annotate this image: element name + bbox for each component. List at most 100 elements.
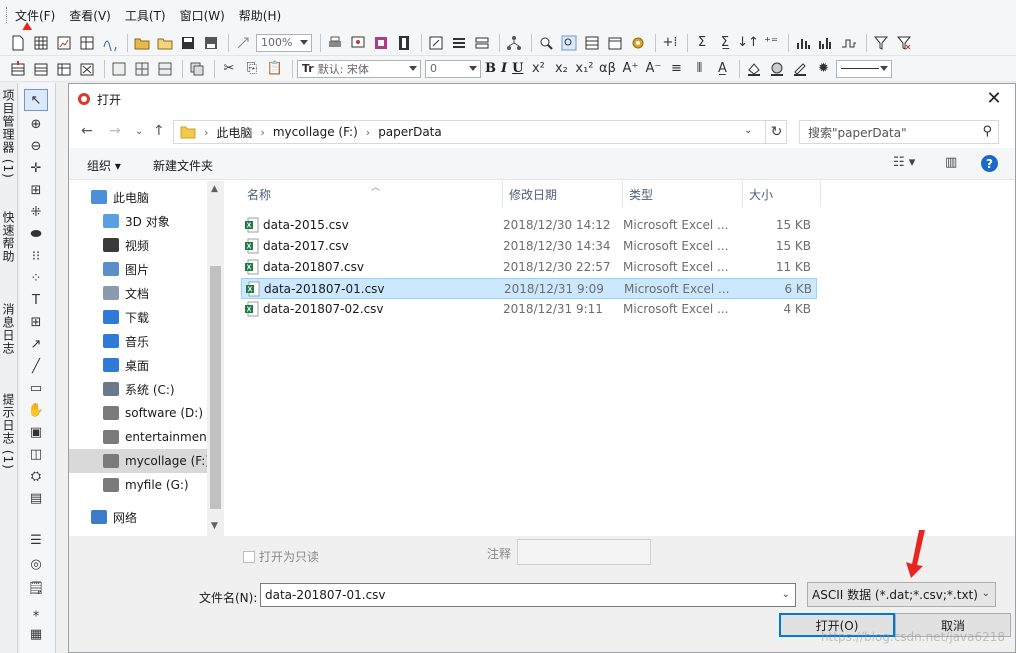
grid-tools-icon[interactable]: [132, 59, 152, 79]
line-tool-icon[interactable]: ╱: [24, 355, 48, 377]
tree-item[interactable]: entertainment (E:): [69, 425, 207, 449]
tree-item[interactable]: 图片: [69, 257, 207, 281]
export-icon[interactable]: [348, 33, 368, 53]
tree-item[interactable]: 3D 对象: [69, 209, 207, 233]
screen-reader-icon[interactable]: ⁜: [24, 201, 48, 223]
greek-icon[interactable]: αβ: [597, 59, 617, 79]
data-reader-icon[interactable]: [559, 33, 579, 53]
tree-item[interactable]: 音乐: [69, 329, 207, 353]
recalculate-icon[interactable]: [233, 33, 253, 53]
underline-button[interactable]: U: [512, 61, 523, 76]
layer-tool-icon[interactable]: ▤: [24, 487, 48, 509]
bold-button[interactable]: B: [485, 61, 496, 76]
zoom-out-icon[interactable]: ⊖: [24, 135, 48, 157]
mask-tool-icon[interactable]: ⛭: [24, 465, 48, 487]
list-tool-icon[interactable]: ☰: [24, 529, 48, 551]
subscript-icon[interactable]: x₂: [551, 59, 571, 79]
add-column-icon[interactable]: +⁞: [660, 33, 680, 53]
breadcrumb-this-pc[interactable]: 此电脑: [216, 124, 252, 141]
filetype-select[interactable]: ASCII 数据 (*.dat;*.csv;*.txt) ⌄: [807, 582, 996, 607]
text-tool-icon[interactable]: T: [24, 289, 48, 311]
arrow-tool-icon[interactable]: ↗: [24, 333, 48, 355]
sort-icon[interactable]: ↓↑: [737, 33, 759, 53]
menu-tools[interactable]: 工具(T): [125, 7, 166, 24]
recent-locations-chevron-icon[interactable]: ⌄: [135, 126, 143, 137]
file-row[interactable]: Xdata-201807-01.csv 2018/12/31 9:09 Micros…: [241, 278, 817, 299]
menu-help[interactable]: 帮助(H): [239, 7, 281, 24]
tree-item[interactable]: 下载: [69, 305, 207, 329]
line-color-icon[interactable]: [790, 59, 810, 79]
menu-window[interactable]: 窗口(W): [180, 7, 225, 24]
zoom-combo[interactable]: 100%: [256, 33, 312, 52]
tree-item[interactable]: software (D:): [69, 401, 207, 425]
decrease-font-icon[interactable]: A⁻: [643, 59, 663, 79]
film-icon[interactable]: [394, 33, 414, 53]
font-color-icon[interactable]: A̲: [712, 59, 732, 79]
notes-tool-icon[interactable]: 🗒: [24, 577, 48, 599]
gear-icon[interactable]: [628, 33, 648, 53]
scroll-down-icon[interactable]: ▼: [211, 521, 218, 531]
up-arrow-icon[interactable]: ↑: [153, 123, 165, 139]
data-reader-icon[interactable]: ⬬: [24, 223, 48, 245]
help-icon[interactable]: ?: [981, 155, 998, 172]
navigation-scrollbar[interactable]: ▲ ▼: [207, 181, 224, 536]
tree-item[interactable]: mycollage (F:): [69, 449, 207, 473]
data-selector-icon[interactable]: ⁝⁝: [24, 245, 48, 267]
table-tool-icon[interactable]: ▦: [24, 623, 48, 645]
breadcrumb-folder[interactable]: paperData: [378, 125, 442, 139]
column-header-modified[interactable]: 修改日期: [503, 181, 623, 207]
sum-icon[interactable]: Σ: [692, 33, 712, 53]
image-tool-icon[interactable]: ▣: [24, 421, 48, 443]
columns-icon[interactable]: [472, 33, 492, 53]
grouped-bar-icon[interactable]: [816, 33, 836, 53]
zoom-in-icon[interactable]: ⊕: [24, 113, 48, 135]
region-icon[interactable]: ⊞: [24, 179, 48, 201]
column-header-type[interactable]: 类型: [623, 181, 743, 207]
tab-smart-hint-log[interactable]: 提示日志 (1): [1, 393, 17, 470]
new-matrix-icon[interactable]: [77, 33, 97, 53]
hand-tool-icon[interactable]: ✋: [24, 399, 48, 421]
sub-superscript-icon[interactable]: x₁²: [574, 59, 594, 79]
new-graph-icon[interactable]: [54, 33, 74, 53]
address-bar[interactable]: › 此电脑 › mycollage (F:) › paperData: [173, 120, 787, 144]
menu-view[interactable]: 查看(V): [69, 7, 111, 24]
align-left-icon[interactable]: ≡: [666, 59, 686, 79]
file-row[interactable]: Xdata-2017.csv 2018/12/30 14:34 Microsoft …: [241, 236, 817, 257]
tree-item[interactable]: 文档: [69, 281, 207, 305]
fill-color-icon[interactable]: [744, 59, 764, 79]
scrollbar-thumb[interactable]: [210, 266, 221, 509]
pattern-icon[interactable]: [767, 59, 787, 79]
scatter-select-icon[interactable]: ⁘: [24, 267, 48, 289]
column-header-size[interactable]: 大小: [743, 181, 821, 207]
new-worksheet-icon[interactable]: [31, 33, 51, 53]
matrix-tools-icon[interactable]: [155, 59, 175, 79]
grid-tool-icon[interactable]: ⊞: [24, 311, 48, 333]
rectangle-tool-icon[interactable]: ▭: [24, 377, 48, 399]
file-row[interactable]: Xdata-2015.csv 2018/12/30 14:12 Microsoft …: [241, 215, 817, 236]
breadcrumb-drive[interactable]: mycollage (F:): [273, 125, 358, 139]
circle-tool-icon[interactable]: ◎: [24, 553, 48, 575]
file-row[interactable]: Xdata-201807.csv 2018/12/30 22:57 Microsof…: [241, 257, 817, 278]
tab-quick-help[interactable]: 快速帮助: [1, 211, 17, 263]
tab-message-log[interactable]: 消息日志: [1, 303, 17, 355]
address-dropdown-chevron-icon[interactable]: ⌄: [744, 125, 752, 136]
step-chart-icon[interactable]: [839, 33, 859, 53]
zoom-in-icon[interactable]: [536, 33, 556, 53]
import-excel-icon[interactable]: [77, 59, 97, 79]
font-name-combo[interactable]: Tr 默认: 宋体: [297, 59, 421, 78]
set-column-icon[interactable]: ⁺⁼: [761, 33, 781, 53]
calendar-icon[interactable]: [605, 33, 625, 53]
scale-tool-icon[interactable]: ◫: [24, 443, 48, 465]
table-icon[interactable]: [582, 33, 602, 53]
search-input[interactable]: 搜索"paperData" ⚲: [799, 120, 999, 144]
cut-icon[interactable]: ✂: [219, 59, 239, 79]
copy-icon[interactable]: ⎘: [242, 59, 262, 79]
font-size-combo[interactable]: 0: [425, 59, 481, 78]
tree-item[interactable]: 视频: [69, 233, 207, 257]
import-wizard-icon[interactable]: [54, 59, 74, 79]
tree-item[interactable]: 系统 (C:): [69, 377, 207, 401]
file-row[interactable]: Xdata-201807-02.csv 2018/12/31 9:11 Micros…: [241, 299, 817, 320]
open-folder-icon[interactable]: [132, 33, 152, 53]
layers-icon[interactable]: [187, 59, 207, 79]
back-arrow-icon[interactable]: ←: [81, 123, 93, 139]
